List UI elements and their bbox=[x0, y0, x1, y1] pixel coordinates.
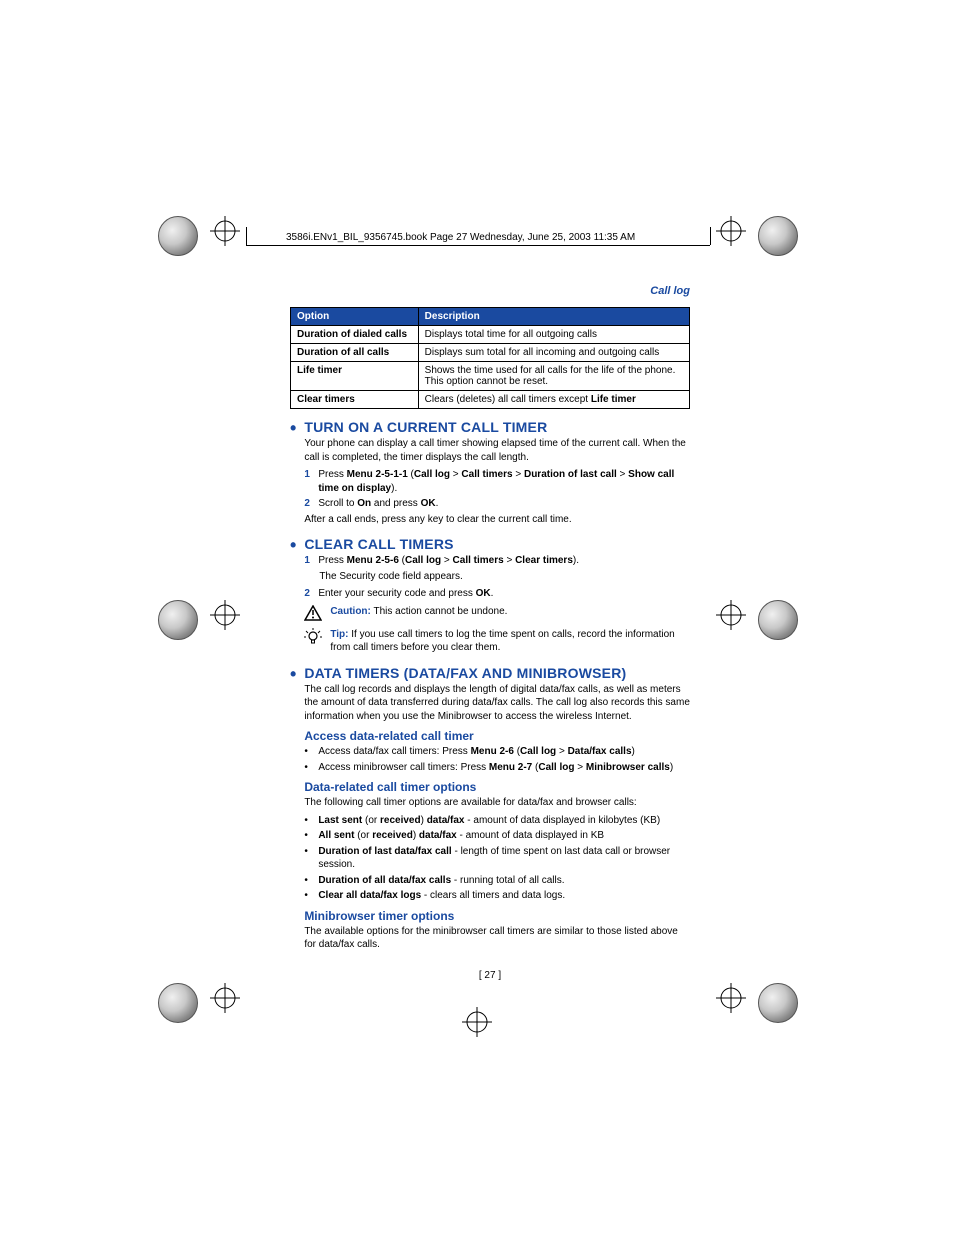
caution-note: Caution: This action cannot be undone. bbox=[304, 605, 690, 624]
list-item: •Duration of all data/fax calls - runnin… bbox=[304, 874, 690, 888]
registration-mark-icon bbox=[158, 600, 198, 640]
step: 1Press Menu 2-5-1-1 (Call log > Call tim… bbox=[304, 468, 690, 495]
list-item: •Access minibrowser call timers: Press M… bbox=[304, 761, 690, 775]
subsection-minibrowser: Minibrowser timer options bbox=[304, 909, 690, 923]
registration-mark-icon bbox=[758, 983, 798, 1023]
list-item: •Access data/fax call timers: Press Menu… bbox=[304, 745, 690, 759]
bullet-icon: • bbox=[290, 665, 296, 683]
list-item: •All sent (or received) data/fax - amoun… bbox=[304, 829, 690, 843]
registration-mark-icon bbox=[158, 216, 198, 256]
subsection-timer-options: Data-related call timer options bbox=[304, 780, 690, 794]
step: 2Scroll to On and press OK. bbox=[304, 497, 690, 511]
section-intro: Your phone can display a call timer show… bbox=[304, 437, 690, 464]
crosshair-icon bbox=[716, 983, 746, 1013]
subsection-access-timer: Access data-related call timer bbox=[304, 729, 690, 743]
header-rule-right bbox=[710, 227, 711, 245]
step: 1Press Menu 2-5-6 (Call log > Call timer… bbox=[304, 554, 690, 568]
crosshair-icon bbox=[716, 600, 746, 630]
step: 2Enter your security code and press OK. bbox=[304, 587, 690, 601]
crosshair-icon bbox=[462, 1007, 492, 1037]
table-header-description: Description bbox=[418, 308, 689, 326]
bullet-icon: • bbox=[290, 536, 296, 554]
bullet-icon: • bbox=[290, 419, 296, 437]
section-intro: The call log records and displays the le… bbox=[304, 683, 690, 724]
after-note: After a call ends, press any key to clea… bbox=[304, 513, 690, 527]
breadcrumb: Call log bbox=[290, 285, 690, 297]
subsection-intro: The following call timer options are ava… bbox=[304, 796, 690, 810]
header-rule bbox=[246, 245, 710, 246]
table-row: Duration of all calls Displays sum total… bbox=[291, 344, 690, 362]
list-item: •Last sent (or received) data/fax - amou… bbox=[304, 814, 690, 828]
tip-note: Tip: If you use call timers to log the t… bbox=[304, 628, 690, 655]
tip-icon bbox=[304, 628, 324, 649]
registration-mark-icon bbox=[758, 600, 798, 640]
caution-icon bbox=[304, 605, 324, 624]
crosshair-icon bbox=[210, 600, 240, 630]
section-turn-on-timer: TURN ON A CURRENT CALL TIMER bbox=[304, 419, 690, 435]
table-row: Duration of dialed calls Displays total … bbox=[291, 326, 690, 344]
crosshair-icon bbox=[716, 216, 746, 246]
subsection-text: The available options for the minibrowse… bbox=[304, 925, 690, 952]
table-row: Clear timers Clears (deletes) all call t… bbox=[291, 391, 690, 409]
crosshair-icon bbox=[210, 983, 240, 1013]
header-rule-left bbox=[246, 227, 247, 245]
registration-mark-icon bbox=[158, 983, 198, 1023]
list-item: •Clear all data/fax logs - clears all ti… bbox=[304, 889, 690, 903]
source-file-header: 3586i.ENv1_BIL_9356745.book Page 27 Wedn… bbox=[286, 232, 635, 243]
list-item: •Duration of last data/fax call - length… bbox=[304, 845, 690, 872]
page-content: Call log Option Description Duration of … bbox=[290, 285, 690, 981]
section-clear-timers: CLEAR CALL TIMERS bbox=[304, 536, 690, 552]
step-followup: The Security code field appears. bbox=[319, 570, 690, 584]
section-data-timers: DATA TIMERS (DATA/FAX AND MINIBROWSER) bbox=[304, 665, 690, 681]
crosshair-icon bbox=[210, 216, 240, 246]
table-header-option: Option bbox=[291, 308, 419, 326]
registration-mark-icon bbox=[758, 216, 798, 256]
table-row: Life timer Shows the time used for all c… bbox=[291, 362, 690, 391]
page-number: [ 27 ] bbox=[290, 970, 690, 981]
options-table: Option Description Duration of dialed ca… bbox=[290, 307, 690, 409]
